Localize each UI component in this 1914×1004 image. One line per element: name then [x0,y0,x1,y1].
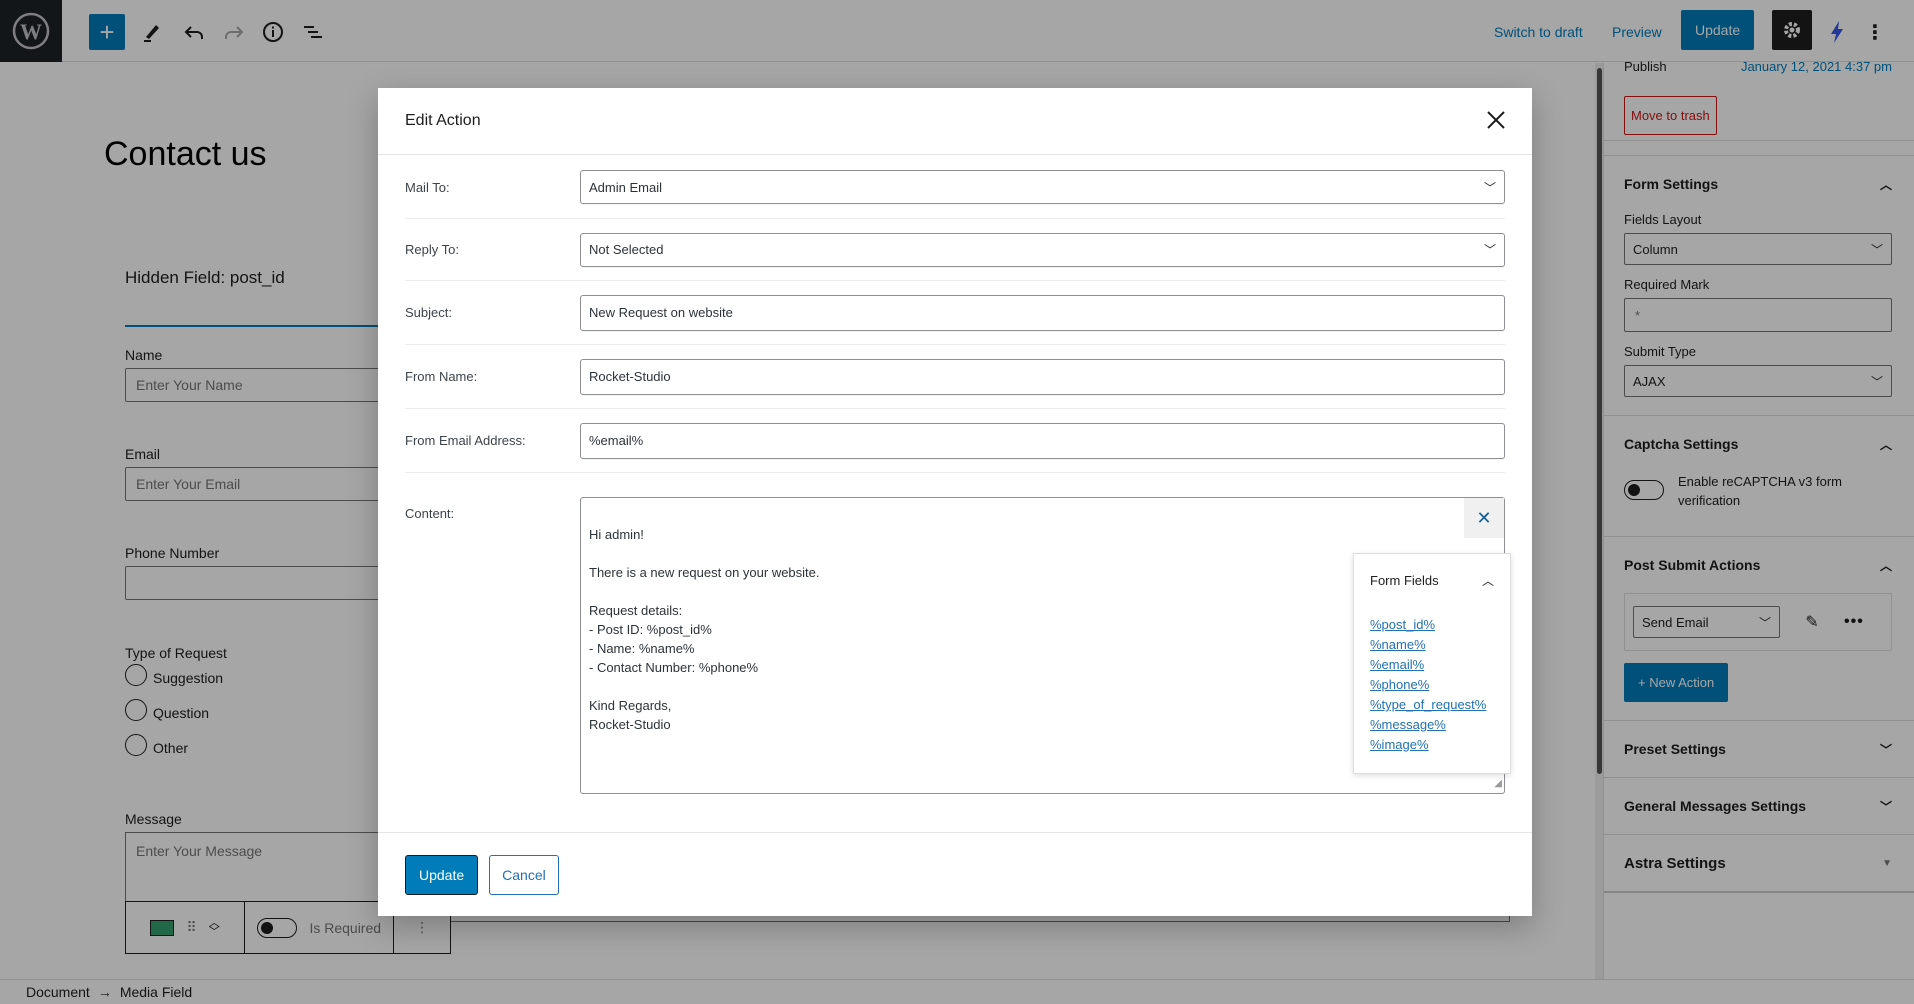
chevron-down-icon: ﹀ [1483,180,1496,195]
update-action-button[interactable]: Update [405,854,479,895]
reply-to-select[interactable]: Not Selected ﹀ [580,232,1505,267]
form-field-tag-link[interactable]: %post_id% [1370,615,1494,635]
from-name-row: From Name: Rocket-Studio [405,345,1505,409]
chevron-up-icon: ︿ [1481,574,1494,588]
reply-to-row: Reply To: Not Selected ﹀ [405,219,1505,281]
form-field-tag-link[interactable]: %name% [1370,635,1494,655]
from-email-input[interactable]: %email% [580,422,1505,459]
subject-label: Subject: [405,305,452,320]
form-field-tag-link[interactable]: %type_of_request% [1370,695,1494,715]
modal-footer: Update Cancel [378,832,1532,916]
from-name-label: From Name: [405,369,478,384]
modal-title: Edit Action [405,112,481,129]
close-form-fields-button[interactable]: ✕ [1464,498,1504,538]
chevron-down-icon: ﹀ [1483,243,1496,257]
modal-header: Edit Action [378,88,1532,155]
form-field-tag-link[interactable]: %message% [1370,715,1494,735]
content-label: Content: [405,506,455,521]
form-fields-header[interactable]: Form Fields ︿ [1370,572,1494,589]
form-field-tag-link[interactable]: %email% [1370,655,1494,675]
from-email-row: From Email Address: %email% [405,409,1505,473]
cancel-button[interactable]: Cancel [489,854,559,895]
mail-to-row: Mail To: Admin Email ﹀ [405,156,1505,219]
from-name-input[interactable]: Rocket-Studio [580,358,1505,395]
form-fields-panel: Form Fields ︿ %post_id% %name% %email% %… [1353,553,1511,774]
subject-input[interactable]: New Request on website [580,294,1505,331]
form-fields-title: Form Fields [1370,573,1439,588]
close-icon: ✕ [1476,507,1492,528]
resize-handle-icon[interactable]: ◢ [1494,774,1502,793]
content-text: Hi admin! There is a new request on your… [589,527,820,732]
select-value: Admin Email [589,179,662,195]
subject-row: Subject: New Request on website [405,281,1505,345]
mail-to-label: Mail To: [405,179,450,195]
close-icon [1487,111,1505,129]
select-value: Not Selected [589,242,664,257]
edit-action-modal: Edit Action Mail To: Admin Email ﹀ Reply … [378,88,1532,916]
reply-to-label: Reply To: [405,242,459,257]
form-field-tag-link[interactable]: %phone% [1370,675,1494,695]
from-email-label: From Email Address: [405,433,526,448]
close-modal-button[interactable] [1486,107,1506,135]
form-field-tag-link[interactable]: %image% [1370,735,1494,755]
mail-to-select[interactable]: Admin Email ﹀ [580,170,1505,204]
